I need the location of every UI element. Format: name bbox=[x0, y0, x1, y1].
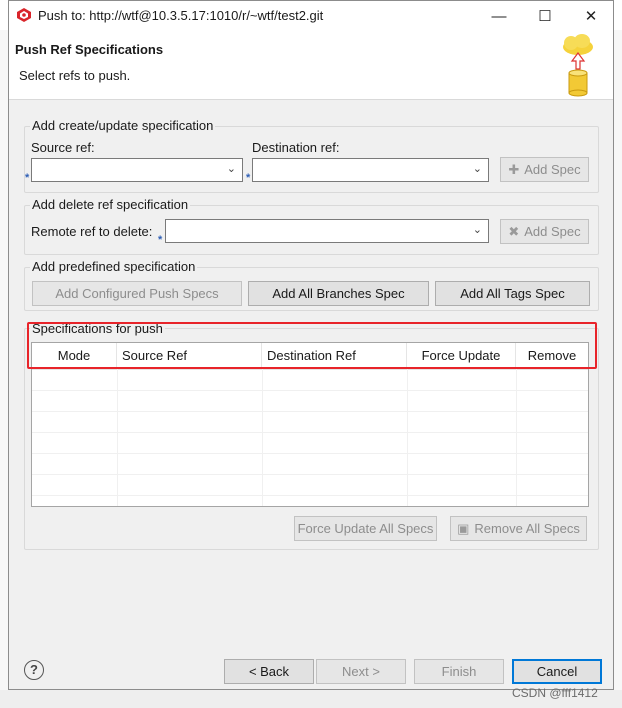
source-ref-label: Source ref: bbox=[31, 140, 95, 155]
add-all-tags-spec-button[interactable]: Add All Tags Spec bbox=[435, 281, 590, 306]
required-marker: * bbox=[158, 234, 163, 246]
table-row bbox=[32, 390, 588, 412]
remove-all-specs-button[interactable]: ▣ Remove All Specs bbox=[450, 516, 587, 541]
table-row bbox=[32, 369, 588, 391]
remote-ref-combo[interactable]: ⌄ bbox=[165, 219, 489, 243]
add-delete-spec-button[interactable]: ✖ Add Spec bbox=[500, 219, 589, 244]
remove-icon: ▣ bbox=[457, 520, 470, 536]
chevron-down-icon: ⌄ bbox=[226, 163, 236, 175]
destination-ref-combo[interactable]: ⌄ bbox=[252, 158, 489, 182]
finish-button[interactable]: Finish bbox=[414, 659, 504, 684]
force-update-all-specs-button[interactable]: Force Update All Specs bbox=[294, 516, 437, 541]
delete-spec-group-label: Add delete ref specification bbox=[30, 197, 191, 212]
delete-icon: ✖ bbox=[508, 223, 520, 239]
maximize-button[interactable]: ☐ bbox=[528, 4, 562, 28]
remove-all-specs-label: Remove All Specs bbox=[474, 521, 580, 536]
help-icon[interactable]: ? bbox=[24, 660, 44, 680]
column-divider bbox=[262, 369, 263, 506]
minimize-icon: — bbox=[491, 7, 507, 25]
cancel-button[interactable]: Cancel bbox=[512, 659, 602, 684]
table-row bbox=[32, 411, 588, 433]
table-row bbox=[32, 453, 588, 475]
remote-ref-label: Remote ref to delete: bbox=[31, 224, 153, 239]
background-editor-strip-right bbox=[614, 30, 622, 690]
add-all-branches-spec-button[interactable]: Add All Branches Spec bbox=[248, 281, 429, 306]
chevron-down-icon: ⌄ bbox=[472, 224, 482, 236]
required-marker: * bbox=[25, 172, 30, 184]
source-ref-combo[interactable]: ⌄ bbox=[31, 158, 243, 182]
destination-ref-label: Destination ref: bbox=[252, 140, 340, 155]
chevron-down-icon: ⌄ bbox=[472, 163, 482, 175]
create-update-group-label: Add create/update specification bbox=[30, 118, 216, 133]
add-configured-push-specs-button[interactable]: Add Configured Push Specs bbox=[32, 281, 242, 306]
cloud-push-icon bbox=[563, 34, 593, 97]
next-button[interactable]: Next > bbox=[316, 659, 406, 684]
plus-icon: ✚ bbox=[508, 161, 520, 177]
table-row bbox=[32, 474, 588, 496]
column-divider bbox=[407, 369, 408, 506]
page-description: Select refs to push. bbox=[19, 68, 131, 83]
page-title: Push Ref Specifications bbox=[15, 42, 164, 57]
column-divider bbox=[516, 369, 517, 506]
maximize-icon: ☐ bbox=[538, 8, 552, 25]
required-marker: * bbox=[246, 172, 251, 184]
add-delete-spec-label: Add Spec bbox=[524, 224, 581, 239]
add-spec-button[interactable]: ✚ Add Spec bbox=[500, 157, 589, 182]
table-row bbox=[32, 432, 588, 454]
git-push-icon bbox=[17, 8, 31, 22]
add-spec-label: Add Spec bbox=[524, 162, 581, 177]
minimize-button[interactable]: — bbox=[482, 4, 516, 28]
close-button[interactable]: ✕ bbox=[574, 4, 608, 28]
highlight-annotation bbox=[27, 322, 597, 369]
watermark: CSDN @fff1412 bbox=[512, 686, 598, 700]
predefined-group-label: Add predefined specification bbox=[30, 259, 198, 274]
column-divider bbox=[117, 369, 118, 506]
close-icon: ✕ bbox=[584, 8, 598, 25]
back-button[interactable]: < Back bbox=[224, 659, 314, 684]
window-title: Push to: http://wtf@10.3.5.17:1010/r/~wt… bbox=[38, 8, 324, 23]
